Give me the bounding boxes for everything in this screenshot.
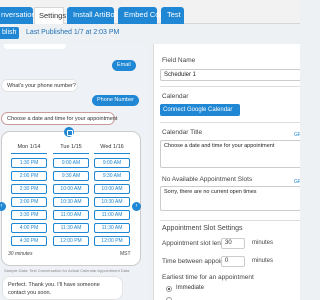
time-slot[interactable]: 9:00 AM	[94, 158, 130, 168]
time-slot[interactable]: 10:30 AM	[53, 197, 89, 207]
time-slot[interactable]: 9:30 AM	[94, 171, 130, 181]
time-slot[interactable]: 4:30 PM	[11, 236, 47, 246]
user-reply-email: Email	[112, 60, 136, 71]
chat-preview-pane: Email What's your phone number? Phone Nu…	[0, 44, 148, 300]
tab-settings[interactable]: Settings	[34, 7, 66, 24]
immediate-radio-label: Immediate	[176, 285, 205, 291]
publish-bar: blish Last Published 1/7 at 2:03 PM	[0, 26, 300, 41]
calendar-icon	[64, 127, 74, 137]
immediate-radio[interactable]	[166, 286, 172, 292]
appointment-calendar-card: ‹ › Mon 1/14 1:30 PM 2:00 PM 2:30 PM 3:0…	[0, 127, 141, 266]
slot-length-input[interactable]: 30	[221, 238, 245, 249]
slot-length-unit: minutes	[252, 240, 274, 246]
prev-arrow-icon[interactable]: ‹	[0, 202, 6, 211]
calendar-title-textarea[interactable]: Choose a date and time for your appointm…	[160, 140, 300, 168]
slot-settings-title: Appointment Slot Settings	[162, 225, 243, 232]
connect-google-calendar-button[interactable]: Connect Google Calendar	[160, 104, 240, 116]
duration-text: 30 minutes	[8, 251, 33, 257]
tab-install-artibot[interactable]: Install ArtiBot	[67, 7, 117, 24]
day-column-mon: Mon 1/14 1:30 PM 2:00 PM 2:30 PM 3:00 PM…	[11, 144, 47, 249]
time-slot[interactable]: 1:30 PM	[11, 158, 47, 168]
time-slot[interactable]: 10:00 AM	[53, 184, 89, 194]
day-column-wed: Wed 1/16 9:00 AM 9:30 AM 10:00 AM 10:30 …	[94, 144, 130, 249]
sample-data-caption: Sample Data: Test Conversation for Actua…	[4, 268, 130, 273]
no-slots-textarea[interactable]: Sorry, there are no current open times	[160, 186, 300, 211]
tab-test[interactable]: Test	[161, 7, 184, 24]
time-slot[interactable]: 12:00 PM	[53, 236, 89, 246]
timezone-text: MST	[120, 251, 131, 257]
slot-length-label: Appointment slot length	[162, 240, 230, 247]
day-header: Wed 1/16	[100, 144, 124, 150]
time-slot[interactable]: 12:00 PM	[94, 236, 130, 246]
bot-message-final: Perfect. Thank you. I'll have someone co…	[2, 276, 123, 300]
field-name-label: Field Name	[162, 57, 196, 64]
next-arrow-icon[interactable]: ›	[132, 202, 141, 211]
calendar-title-label: Calendar Title	[162, 129, 203, 136]
day-header: Tue 1/15	[60, 144, 82, 150]
bot-message-choose-date: Choose a date and time for your appointm…	[1, 112, 117, 125]
gp-link[interactable]: GP	[294, 132, 300, 138]
partial-bot-message	[4, 44, 66, 49]
time-slot[interactable]: 11:30 AM	[94, 223, 130, 233]
time-slot[interactable]: 10:30 AM	[94, 197, 130, 207]
time-slot[interactable]: 3:30 PM	[11, 210, 47, 220]
day-column-tue: Tue 1/15 9:00 AM 9:30 AM 10:00 AM 10:30 …	[53, 144, 89, 249]
time-slot[interactable]: 10:00 AM	[94, 184, 130, 194]
time-slot[interactable]: 11:00 AM	[53, 210, 89, 220]
time-between-input[interactable]: 0	[221, 256, 245, 267]
day-header: Mon 1/14	[17, 144, 41, 150]
calendar-label: Calendar	[162, 93, 189, 100]
tab-bar: nversation Settings Install ArtiBot Embe…	[0, 0, 300, 24]
bot-message-phone: What's your phone number?	[1, 79, 78, 92]
time-slot[interactable]: 3:00 PM	[11, 197, 47, 207]
time-slot[interactable]: 9:00 AM	[53, 158, 89, 168]
last-published-text: Last Published 1/7 at 2:03 PM	[26, 29, 120, 36]
publish-button[interactable]: blish	[0, 27, 19, 39]
time-slot[interactable]: 2:00 PM	[11, 171, 47, 181]
settings-pane: Field Name Scheduler 1 Calendar Connect …	[153, 44, 300, 300]
gp-link[interactable]: GP	[294, 179, 300, 185]
time-slot[interactable]: 9:30 AM	[53, 171, 89, 181]
user-reply-phone: Phone Number	[92, 95, 139, 106]
time-slot[interactable]: 2:30 PM	[11, 184, 47, 194]
no-slots-label: No Available Appointment Slots	[162, 176, 253, 183]
field-name-input[interactable]: Scheduler 1	[160, 69, 300, 81]
time-slot[interactable]: 11:30 AM	[53, 223, 89, 233]
time-between-unit: minutes	[252, 258, 274, 264]
time-slot[interactable]: 11:00 AM	[94, 210, 130, 220]
tab-conversation[interactable]: nversation	[0, 7, 36, 24]
tab-embed-code[interactable]: Embed Code	[118, 7, 168, 24]
time-slot[interactable]: 4:00 PM	[11, 223, 47, 233]
earliest-time-label: Earliest time for an appointment	[162, 274, 254, 281]
